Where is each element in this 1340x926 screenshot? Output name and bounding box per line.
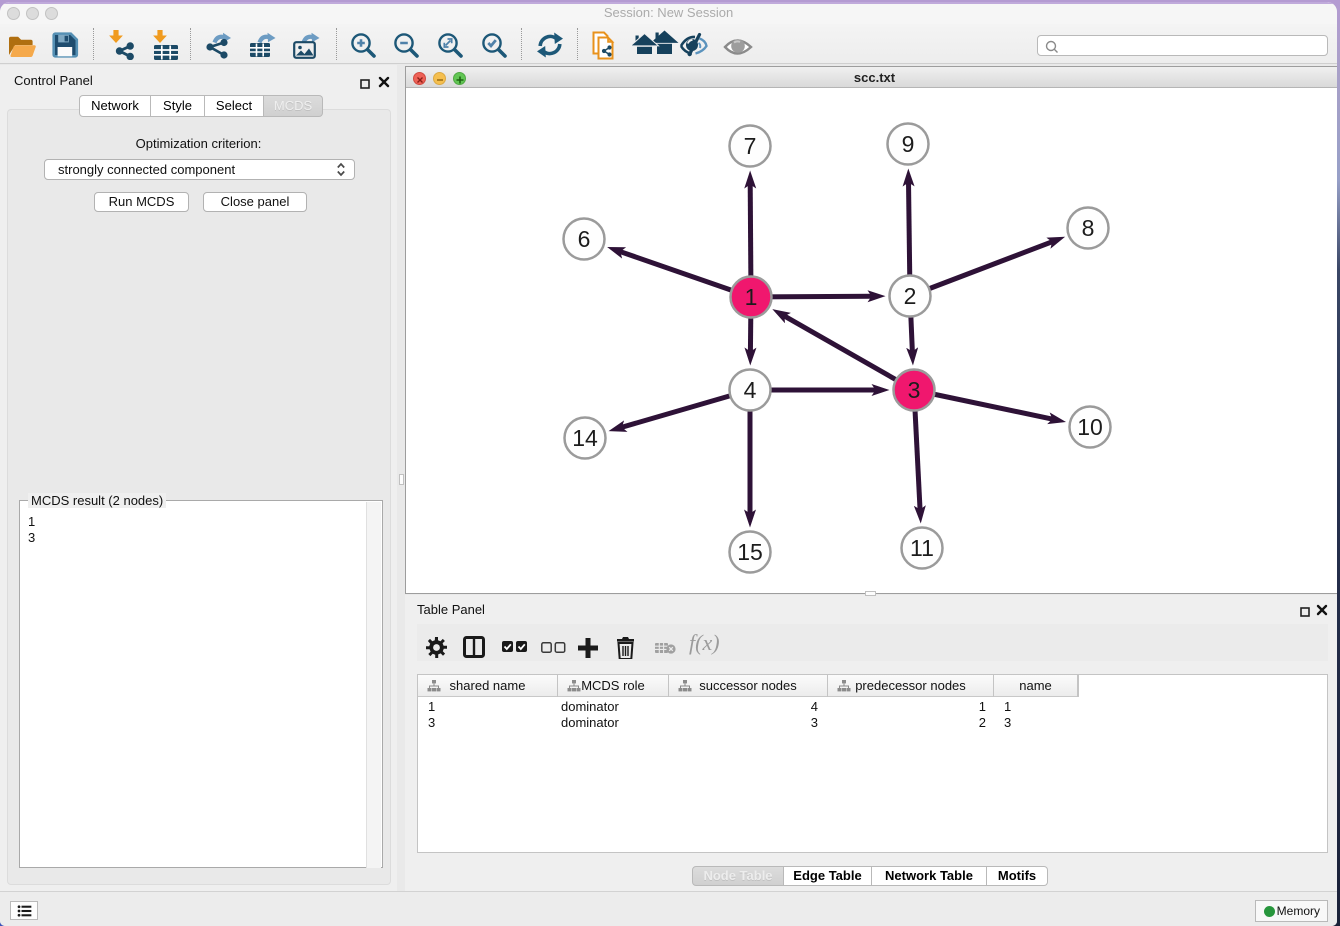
svg-text:9: 9 <box>902 131 915 157</box>
svg-text:7: 7 <box>744 133 757 159</box>
svg-text:1: 1 <box>745 284 758 310</box>
svg-text:11: 11 <box>910 535 934 561</box>
svg-text:15: 15 <box>737 539 763 565</box>
svg-text:2: 2 <box>904 283 917 309</box>
svg-text:4: 4 <box>744 377 757 403</box>
svg-text:14: 14 <box>572 425 598 451</box>
svg-text:6: 6 <box>578 226 591 252</box>
svg-text:8: 8 <box>1082 215 1095 241</box>
svg-text:3: 3 <box>908 377 921 403</box>
svg-text:10: 10 <box>1077 414 1103 440</box>
